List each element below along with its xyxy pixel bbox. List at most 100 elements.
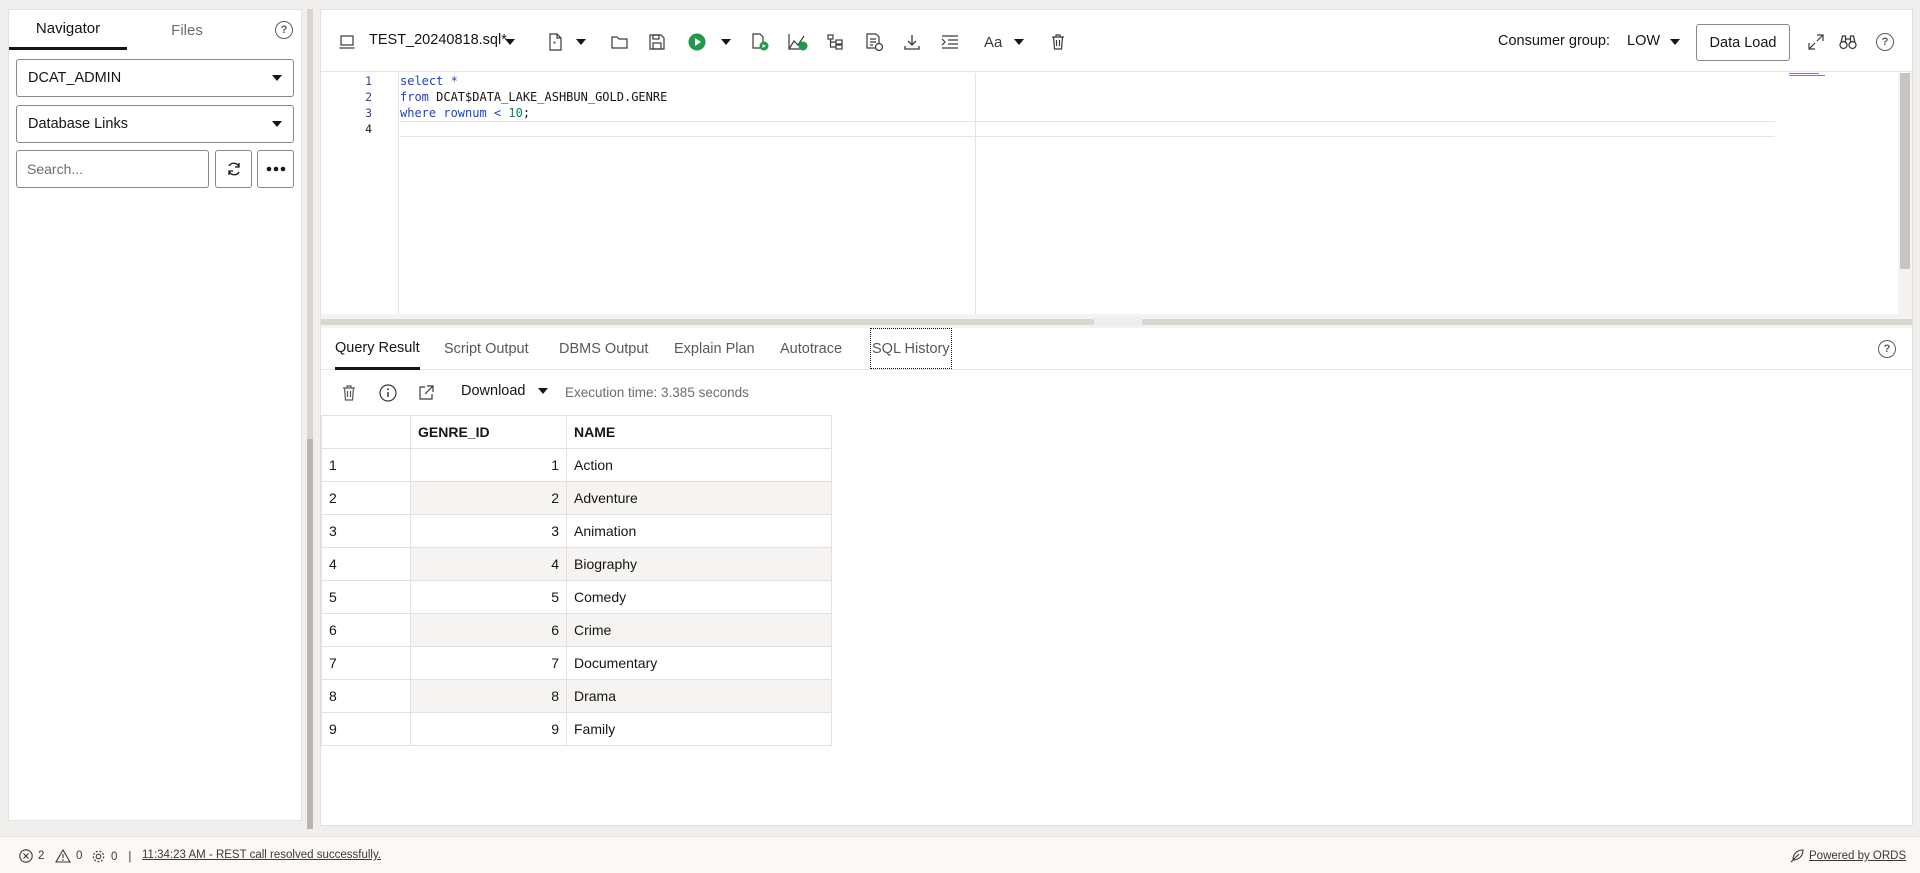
download-icon[interactable] [904, 32, 920, 52]
clear-results-trash-icon[interactable] [342, 383, 356, 403]
code-lines: select * from DCAT$DATA_LAKE_ASHBUN_GOLD… [400, 73, 667, 137]
status-message[interactable]: 11:34:23 AM - REST call resolved success… [142, 849, 381, 861]
column-header-genre-id[interactable]: GENRE_ID [410, 415, 567, 449]
table-row[interactable]: 3 3 Animation [321, 514, 832, 548]
chevron-down-icon [272, 121, 282, 127]
schema-select-value: DCAT_ADMIN [28, 70, 122, 86]
cell-genre-id[interactable]: 5 [410, 580, 567, 614]
table-row[interactable]: 5 5 Comedy [321, 580, 832, 614]
cell-name[interactable]: Biography [566, 547, 832, 581]
worksheet-area: TEST_20240818.sql* * Aa Consumer group: … [320, 9, 1913, 826]
cell-genre-id[interactable]: 1 [410, 448, 567, 482]
status-bar: 2 0 0 | 11:34:23 AM - REST call resolved… [0, 836, 1920, 873]
chevron-down-icon [537, 388, 548, 394]
status-message-link[interactable]: 11:34:23 AM - REST call resolved success… [142, 849, 381, 861]
clear-trash-icon[interactable] [1051, 32, 1065, 52]
new-worksheet-chevron-icon[interactable] [576, 32, 586, 52]
cell-genre-id[interactable]: 9 [410, 712, 567, 746]
code-line-2: from DCAT$DATA_LAKE_ASHBUN_GOLD.GENRE [400, 89, 667, 105]
sql-history-icon[interactable] [865, 32, 883, 52]
code-keyword: select [400, 74, 444, 88]
tab-query-result[interactable]: Query Result [335, 328, 420, 370]
splitter-thumb[interactable] [307, 439, 313, 829]
scrollbar-thumb[interactable] [1900, 73, 1910, 269]
run-options-chevron-icon[interactable] [721, 32, 731, 52]
warning-count[interactable]: 0 [55, 849, 82, 863]
explain-plan-icon[interactable] [788, 32, 808, 52]
schema-select[interactable]: DCAT_ADMIN [16, 59, 294, 97]
cell-genre-id[interactable]: 4 [410, 547, 567, 581]
cell-name[interactable]: Comedy [566, 580, 832, 614]
line-number-gutter: 1 2 3 4 [321, 73, 399, 314]
powered-by[interactable]: Powered by ORDS [1790, 849, 1906, 863]
error-count[interactable]: 2 [19, 849, 44, 863]
info-icon[interactable] [379, 383, 397, 403]
cell-name[interactable]: Drama [566, 679, 832, 713]
open-folder-icon[interactable] [611, 32, 629, 52]
editor-results-splitter[interactable] [321, 314, 1912, 328]
worksheet-menu-chevron-icon[interactable] [505, 32, 515, 52]
download-menu-button[interactable]: Download [461, 383, 548, 399]
cell-name[interactable]: Crime [566, 613, 832, 647]
cell-genre-id[interactable]: 2 [410, 481, 567, 515]
consumer-group-select[interactable]: LOW [1627, 33, 1660, 49]
cell-name[interactable]: Adventure [566, 481, 832, 515]
navigator-panel: Navigator Files ? DCAT_ADMIN Database Li… [8, 9, 302, 821]
format-indent-icon[interactable] [941, 32, 959, 52]
autotrace-icon[interactable] [827, 32, 843, 52]
cell-name[interactable]: Animation [566, 514, 832, 548]
editor-help-icon[interactable]: ? [1876, 32, 1894, 52]
code-minimap[interactable] [1789, 73, 1827, 77]
navigator-help-icon[interactable]: ? [275, 21, 293, 39]
cell-genre-id[interactable]: 3 [410, 514, 567, 548]
table-row[interactable]: 2 2 Adventure [321, 481, 832, 515]
text-case-icon[interactable]: Aa [984, 32, 1002, 52]
cell-genre-id[interactable]: 8 [410, 679, 567, 713]
code-editor[interactable]: 1 2 3 4 select * from DCAT$DATA_LAKE_ASH… [321, 73, 1912, 314]
column-header-name[interactable]: NAME [566, 415, 832, 449]
object-type-select[interactable]: Database Links [16, 105, 294, 143]
refresh-button[interactable] [215, 150, 252, 188]
results-help-icon[interactable]: ? [1878, 340, 1896, 358]
run-script-icon[interactable] [751, 32, 769, 52]
cell-genre-id[interactable]: 6 [410, 613, 567, 647]
table-row[interactable]: 8 8 Drama [321, 679, 832, 713]
data-load-button[interactable]: Data Load [1696, 24, 1790, 61]
search-input[interactable] [16, 150, 209, 188]
open-external-icon[interactable] [418, 383, 434, 403]
expand-icon[interactable] [1808, 32, 1824, 52]
consumer-group-label: Consumer group: [1498, 33, 1611, 49]
more-actions-button[interactable] [257, 150, 294, 188]
table-row[interactable]: 7 7 Documentary [321, 646, 832, 680]
tab-navigator[interactable]: Navigator [9, 10, 127, 50]
tab-script-output[interactable]: Script Output [444, 328, 529, 370]
panel-splitter[interactable] [307, 9, 313, 829]
tab-dbms-output[interactable]: DBMS Output [559, 328, 648, 370]
worksheet-title[interactable]: TEST_20240818.sql* [369, 32, 507, 48]
tab-files[interactable]: Files [127, 10, 247, 50]
text-case-chevron-icon[interactable] [1014, 32, 1024, 52]
table-row[interactable]: 9 9 Family [321, 712, 832, 746]
table-row[interactable]: 6 6 Crime [321, 613, 832, 647]
tab-sql-history[interactable]: SQL History [870, 328, 952, 369]
editor-vertical-scrollbar[interactable] [1898, 73, 1912, 314]
consumer-group-chevron-icon[interactable] [1670, 32, 1680, 52]
binoculars-find-icon[interactable] [1839, 32, 1857, 52]
task-count[interactable]: 0 | [91, 849, 131, 864]
cell-name[interactable]: Documentary [566, 646, 832, 680]
new-worksheet-icon[interactable]: * [548, 32, 564, 52]
tab-autotrace[interactable]: Autotrace [780, 328, 842, 370]
line-number: 2 [365, 90, 372, 104]
run-statement-icon[interactable] [688, 32, 706, 52]
cell-name[interactable]: Action [566, 448, 832, 482]
table-row[interactable]: 1 1 Action [321, 448, 832, 482]
cell-name[interactable]: Family [566, 712, 832, 746]
save-icon[interactable] [649, 32, 665, 52]
table-row[interactable]: 4 4 Biography [321, 547, 832, 581]
cell-genre-id[interactable]: 7 [410, 646, 567, 680]
splitter-grip[interactable] [1094, 317, 1142, 326]
powered-by-link[interactable]: Powered by ORDS [1809, 850, 1906, 862]
tab-explain-plan[interactable]: Explain Plan [674, 328, 755, 370]
navigator-tabs: Navigator Files ? [9, 10, 301, 50]
